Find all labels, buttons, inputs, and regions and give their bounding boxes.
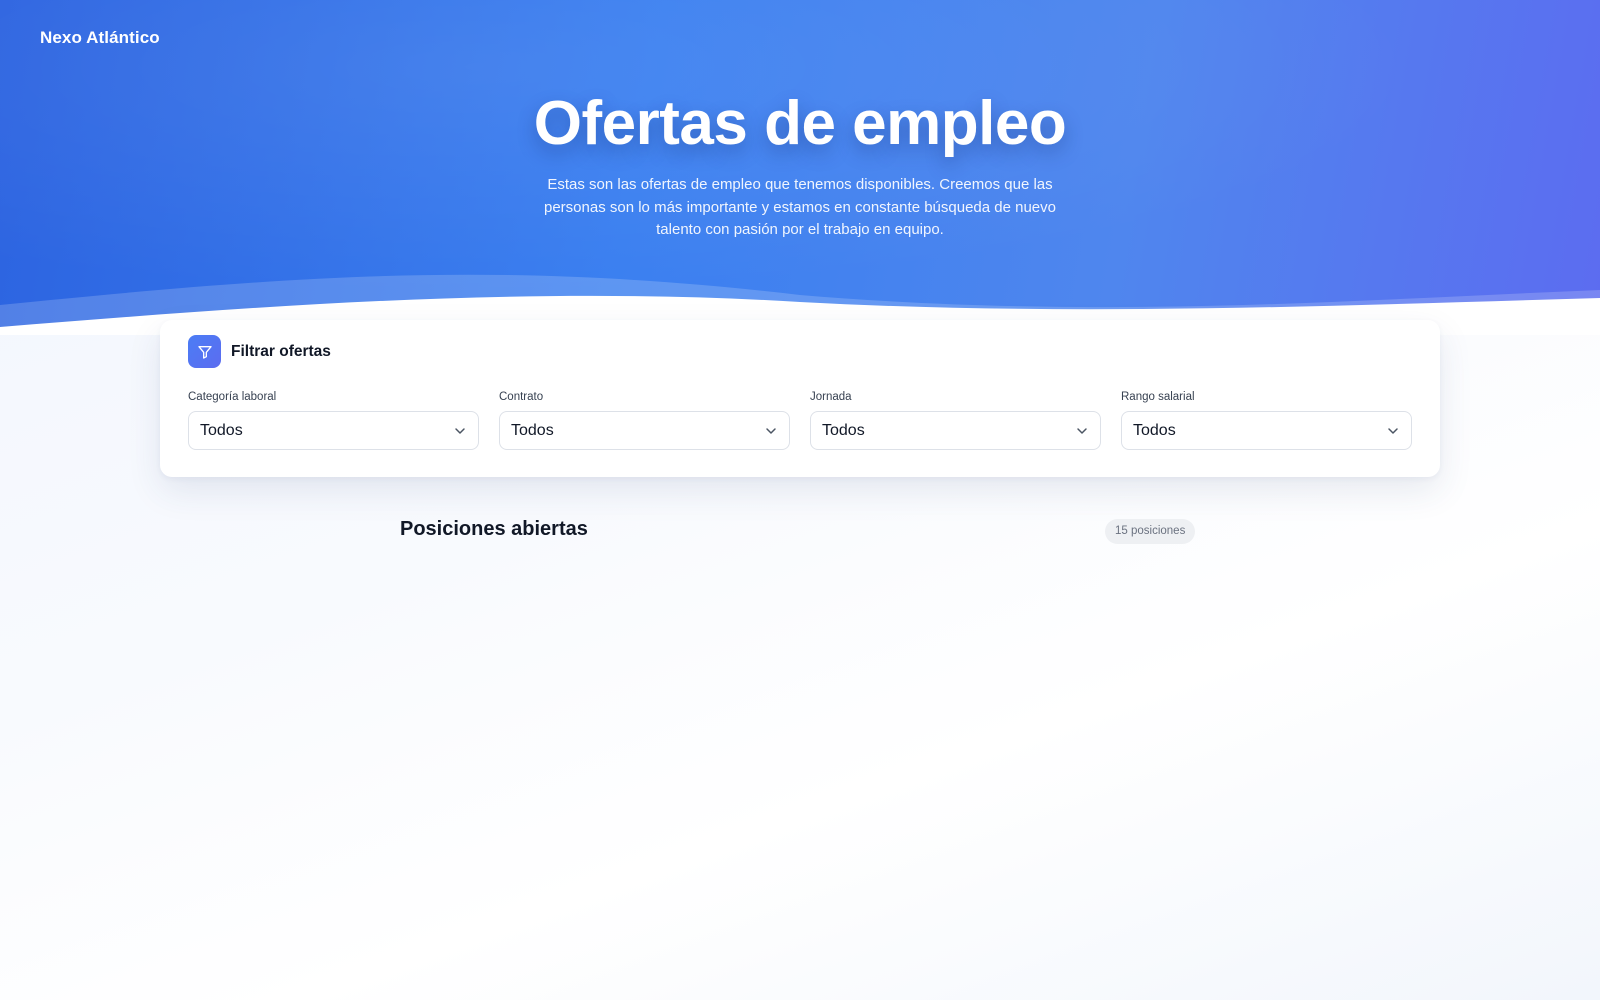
contract-select-value: Todos — [511, 421, 554, 439]
category-label: Categoría laboral — [188, 391, 277, 403]
page-title: Ofertas de empleo — [533, 89, 1067, 158]
chevron-down-icon — [1388, 427, 1398, 434]
salary-select[interactable]: Todos — [1121, 411, 1412, 450]
salary-select-value: Todos — [1133, 421, 1176, 439]
schedule-select-value: Todos — [822, 421, 865, 439]
filter-header: Filtrar ofertas — [188, 335, 331, 368]
contract-label: Contrato — [499, 391, 544, 403]
filter-fields: Categoría laboral Todos Contrato Todos J… — [188, 389, 1412, 450]
funnel-icon — [188, 335, 221, 368]
page-subtitle: Estas son las ofertas de empleo que tene… — [544, 176, 1056, 238]
category-select-value: Todos — [200, 421, 243, 439]
positions-title: Posiciones abiertas — [400, 518, 588, 540]
chevron-down-icon — [766, 427, 776, 434]
filter-field-salary: Rango salarial Todos — [1121, 389, 1412, 450]
chevron-down-icon — [1077, 427, 1087, 434]
category-select[interactable]: Todos — [188, 411, 479, 450]
brand-logo[interactable]: Nexo Atlántico — [40, 28, 160, 48]
filter-panel: Filtrar ofertas Categoría laboral Todos … — [160, 320, 1440, 477]
filter-field-schedule: Jornada Todos — [810, 389, 1101, 450]
contract-select[interactable]: Todos — [499, 411, 790, 450]
hero-banner: Nexo Atlántico Ofertas de empleo Estas s… — [0, 0, 1600, 335]
filter-field-contract: Contrato Todos — [499, 389, 790, 450]
filter-field-category: Categoría laboral Todos — [188, 389, 479, 450]
schedule-select[interactable]: Todos — [810, 411, 1101, 450]
filter-title: Filtrar ofertas — [231, 342, 331, 360]
salary-label: Rango salarial — [1121, 391, 1195, 403]
chevron-down-icon — [455, 427, 465, 434]
positions-count-badge: 15 posiciones — [1105, 519, 1196, 544]
schedule-label: Jornada — [810, 391, 852, 403]
